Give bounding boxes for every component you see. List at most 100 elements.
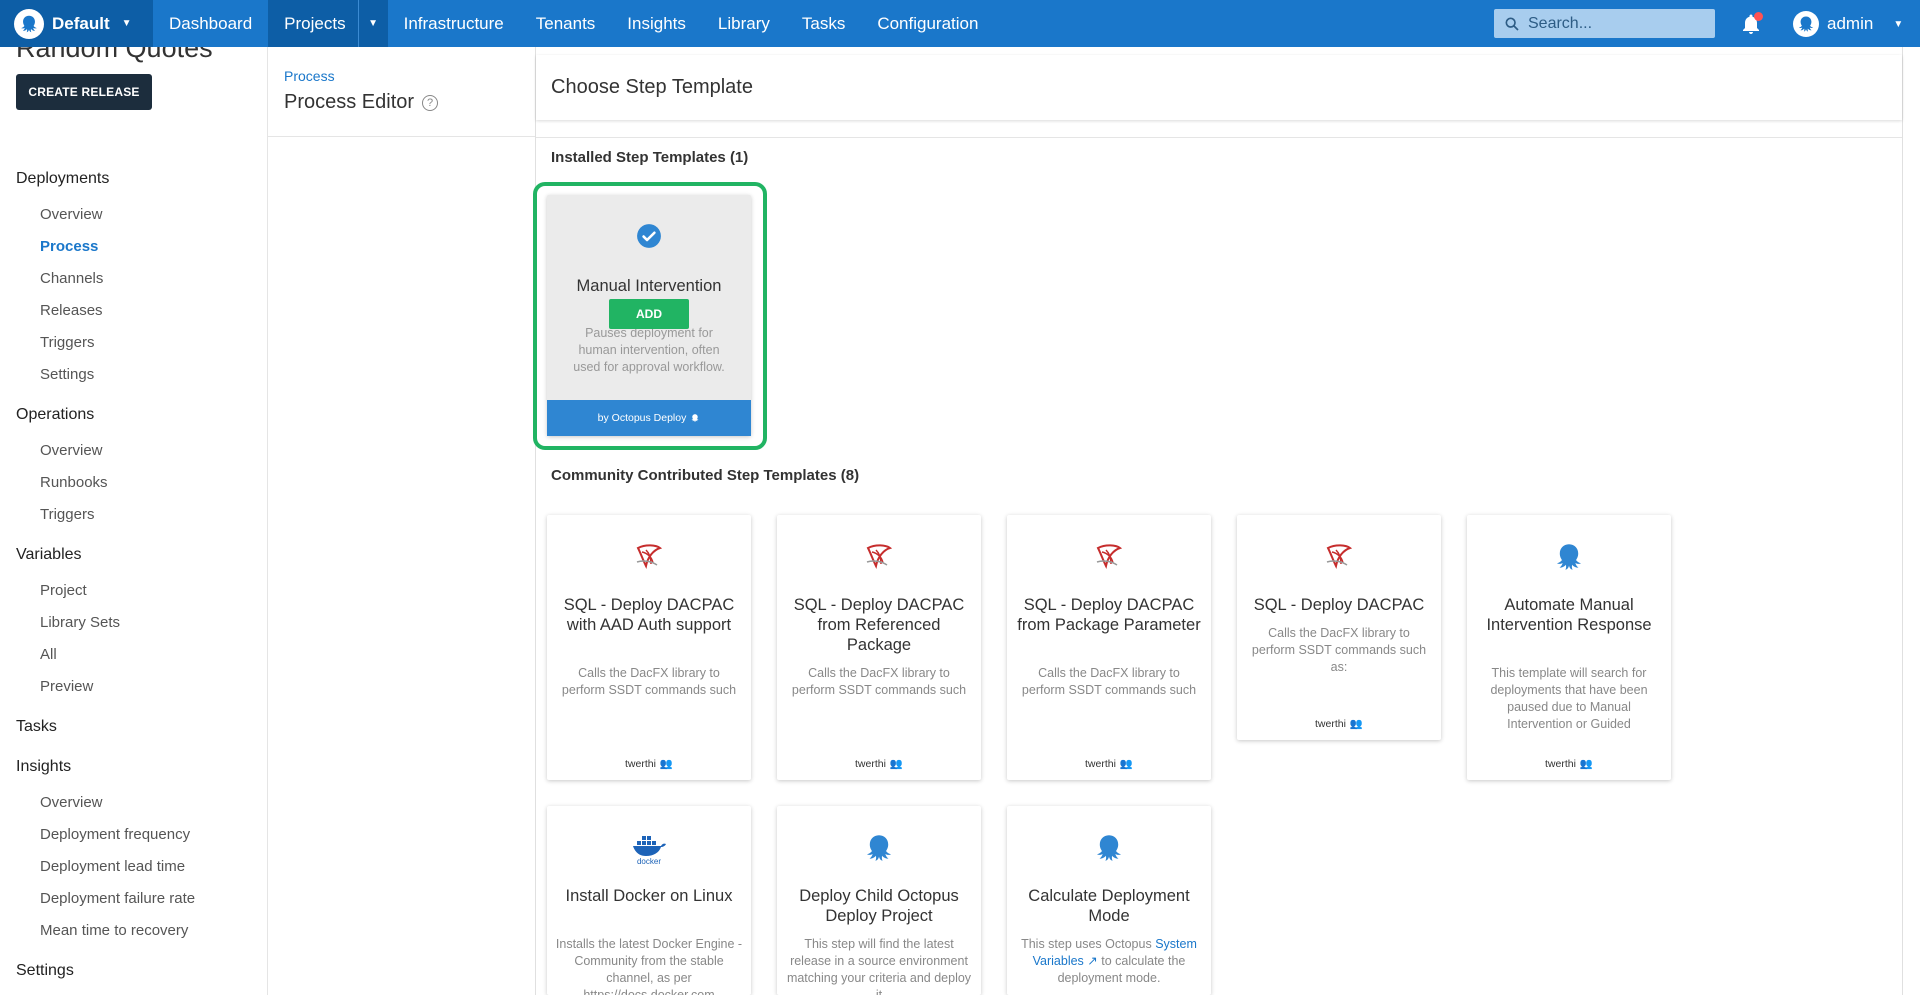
add-button[interactable]: ADD [609, 299, 689, 329]
nav-tasks[interactable]: Tasks [786, 0, 861, 47]
nav-library[interactable]: Library [702, 0, 786, 47]
author-label: by Octopus Deploy [597, 412, 687, 424]
sidebar-item-variables-all[interactable]: All [40, 646, 57, 663]
template-name: Automate Manual Intervention Response [1486, 596, 1652, 634]
search-input[interactable]: Search... [1494, 9, 1715, 38]
sidebar-item-process[interactable]: Process [40, 238, 98, 255]
project-sidebar: Random Quotes CREATE RELEASE Deployments… [0, 47, 268, 995]
sql-server-icon [1237, 537, 1441, 577]
nav-infrastructure[interactable]: Infrastructure [388, 0, 520, 47]
community-icon: 👥 [659, 758, 673, 770]
author-label: twerthi [854, 757, 886, 770]
check-circle-icon [547, 223, 751, 249]
sidebar-item-mean-time-to-recovery[interactable]: Mean time to recovery [40, 922, 188, 939]
breadcrumb[interactable]: Process [284, 68, 335, 84]
manual-intervention-card[interactable]: Manual Intervention Pauses deployment fo… [547, 195, 751, 436]
sidebar-item-deployment-lead-time[interactable]: Deployment lead time [40, 858, 185, 875]
sidebar-item-deployments-triggers[interactable]: Triggers [40, 334, 94, 351]
template-card[interactable]: SQL - Deploy DACPAC from Referenced Pack… [777, 515, 981, 780]
main-right-border [1902, 47, 1903, 995]
search-icon [1505, 17, 1519, 31]
author-footer: twerthi 👥 [1467, 757, 1671, 771]
author-footer: twerthi 👥 [1007, 757, 1211, 771]
help-icon[interactable]: ? [422, 94, 439, 111]
space-switcher[interactable]: Default ▼ [0, 0, 153, 47]
search-placeholder: Search... [1528, 14, 1593, 32]
template-description: Installs the latest Docker Engine - Comm… [555, 937, 743, 995]
author-label: twerthi [1084, 757, 1116, 770]
author-footer: twerthi 👥 [547, 757, 751, 771]
sidebar-item-variables-preview[interactable]: Preview [40, 678, 93, 695]
sidebar-item-settings[interactable]: Settings [16, 962, 74, 980]
projects-dropdown-icon[interactable]: ▼ [357, 0, 388, 47]
sidebar-item-deployment-failure-rate[interactable]: Deployment failure rate [40, 890, 195, 907]
octopus-icon [777, 828, 981, 868]
sidebar-heading-operations: Operations [16, 406, 95, 423]
template-card[interactable]: SQL - Deploy DACPAC from Package Paramet… [1007, 515, 1211, 780]
sidebar-heading-deployments: Deployments [16, 170, 110, 187]
template-card[interactable]: Automate Manual Intervention Response Th… [1467, 515, 1671, 780]
sidebar-item-insights-overview[interactable]: Overview [40, 794, 103, 811]
template-name: Deploy Child Octopus Deploy Project [799, 887, 959, 925]
sidebar-item-releases[interactable]: Releases [40, 302, 103, 319]
avatar [1793, 11, 1819, 37]
sidebar-item-channels[interactable]: Channels [40, 270, 103, 287]
author-footer: twerthi 👥 [777, 757, 981, 771]
page-title: Process Editor ? [284, 91, 439, 114]
sidebar-item-tasks[interactable]: Tasks [16, 718, 57, 736]
sidebar-item-variables-project[interactable]: Project [40, 582, 87, 599]
template-name: Calculate Deployment Mode [1028, 887, 1190, 925]
chevron-down-icon: ▼ [121, 18, 132, 29]
community-icon: 👥 [1579, 758, 1593, 770]
author-footer: by Octopus Deploy [547, 400, 751, 436]
sidebar-item-runbooks[interactable]: Runbooks [40, 474, 108, 491]
community-templates-heading: Community Contributed Step Templates (8) [551, 467, 860, 484]
sidebar-heading-insights: Insights [16, 758, 72, 775]
docker-icon: docker [547, 828, 751, 868]
user-menu[interactable]: admin ▼ [1793, 10, 1903, 38]
sidebar-item-library-sets[interactable]: Library Sets [40, 614, 120, 631]
author-footer: twerthi 👥 [1237, 717, 1441, 731]
sidebar-item-operations-triggers[interactable]: Triggers [40, 506, 94, 523]
template-card[interactable]: docker Install Docker on Linux Installs … [547, 806, 751, 995]
sidebar-item-deployments-settings[interactable]: Settings [40, 366, 94, 383]
template-card[interactable]: Deploy Child Octopus Deploy Project This… [777, 806, 981, 995]
sidebar-item-deployment-frequency[interactable]: Deployment frequency [40, 826, 190, 843]
template-name: Manual Intervention [576, 277, 722, 295]
svg-text:docker: docker [637, 857, 661, 865]
community-icon: 👥 [1119, 758, 1133, 770]
nav-tenants[interactable]: Tenants [520, 0, 612, 47]
author-label: twerthi [624, 757, 656, 770]
template-card[interactable]: SQL - Deploy DACPAC with AAD Auth suppor… [547, 515, 751, 780]
author-label: twerthi [1314, 717, 1346, 730]
external-link-icon: ↗ [1087, 954, 1098, 968]
sidebar-heading-variables: Variables [16, 546, 82, 563]
notification-dot [1754, 12, 1763, 21]
template-card[interactable]: Calculate Deployment Mode This step uses… [1007, 806, 1211, 995]
template-description: Calls the DacFX library to perform SSDT … [791, 666, 967, 697]
process-panel: Process Process Editor ? [268, 47, 535, 137]
nav-configuration[interactable]: Configuration [861, 0, 994, 47]
nav-dashboard[interactable]: Dashboard [153, 0, 268, 47]
octopus-icon [691, 414, 699, 422]
template-description: This step uses Octopus System Variables … [1015, 936, 1203, 995]
template-card[interactable]: SQL - Deploy DACPAC Calls the DacFX libr… [1237, 515, 1441, 740]
nav-insights[interactable]: Insights [611, 0, 702, 47]
nav-projects[interactable]: Projects [268, 0, 357, 47]
chevron-down-icon: ▼ [1893, 18, 1904, 30]
nav-projects-group: Projects ▼ [268, 0, 388, 47]
template-name: SQL - Deploy DACPAC with AAD Auth suppor… [563, 596, 735, 634]
template-description: Calls the DacFX library to perform SSDT … [1021, 666, 1197, 697]
space-name: Default [52, 13, 110, 33]
sql-server-icon [777, 537, 981, 577]
author-label: twerthi [1544, 757, 1576, 770]
sidebar-item-operations-overview[interactable]: Overview [40, 442, 103, 459]
sidebar-item-deployments-overview[interactable]: Overview [40, 206, 103, 223]
choose-step-template-title: Choose Step Template [551, 76, 753, 98]
octopus-logo-icon [14, 8, 44, 39]
template-description: This step will find the latest release i… [786, 937, 972, 995]
template-name: SQL - Deploy DACPAC from Package Paramet… [1017, 596, 1201, 634]
create-release-button[interactable]: CREATE RELEASE [16, 74, 152, 110]
sql-server-icon [1007, 537, 1211, 577]
template-description: Calls the DacFX library to perform SSDT … [561, 666, 737, 697]
